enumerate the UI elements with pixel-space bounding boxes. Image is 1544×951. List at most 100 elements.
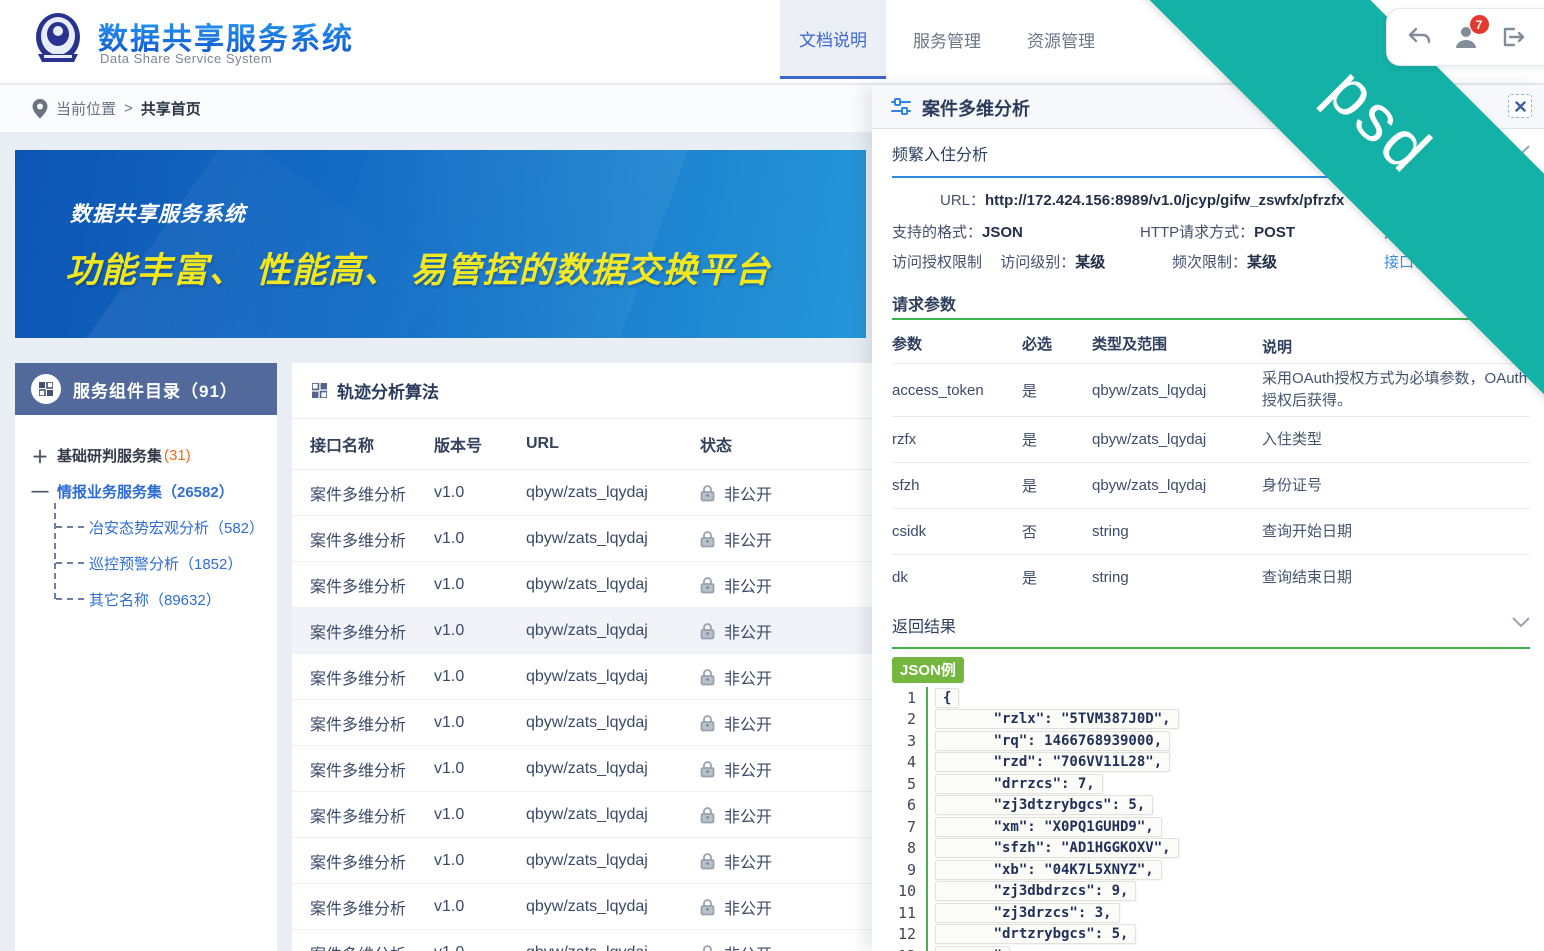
param-type: string bbox=[1092, 523, 1262, 540]
tree-group-basic[interactable]: ＋ 基础研判服务集 (31) bbox=[31, 437, 269, 473]
param-row: access_token 是 qbyw/zats_lqydaj 采用OAuth授… bbox=[892, 363, 1530, 416]
user-icon[interactable]: 7 bbox=[1451, 22, 1481, 52]
cell-version: v1.0 bbox=[434, 484, 526, 502]
cell-version: v1.0 bbox=[434, 668, 526, 686]
nav-tab[interactable]: 资源管理 bbox=[1008, 0, 1114, 79]
close-icon[interactable] bbox=[1508, 94, 1532, 118]
chevron-down-icon[interactable] bbox=[1512, 617, 1530, 628]
cell-status: 非公开 bbox=[700, 803, 772, 827]
nav-tab-label: 服务管理 bbox=[913, 27, 981, 52]
param-name: dk bbox=[892, 569, 1022, 586]
cell-name: 案件多维分析 bbox=[292, 619, 434, 643]
level-label: 访问级别： bbox=[1000, 254, 1075, 271]
col-url: URL bbox=[526, 435, 700, 453]
cell-version: v1.0 bbox=[434, 576, 526, 594]
param-name: csidk bbox=[892, 523, 1022, 540]
cell-name: 案件多维分析 bbox=[292, 711, 434, 735]
tree-group-intel[interactable]: — 情报业务服务集（26582） bbox=[31, 473, 269, 509]
param-desc: 采用OAuth授权方式为必填参数，OAuth授权后获得。 bbox=[1262, 364, 1530, 416]
method-field: HTTP请求方式：POST bbox=[1140, 221, 1295, 242]
green-divider bbox=[892, 647, 1530, 649]
tree-leaf[interactable]: 冶安态势宏观分析（582） bbox=[53, 509, 269, 545]
cell-name: 案件多维分析 bbox=[292, 895, 434, 919]
tree-leaf-label: 巡控预警分析（1852） bbox=[89, 553, 242, 574]
code-text: "zj3drzcs": 3, bbox=[935, 903, 1120, 923]
line-number: 13 bbox=[892, 947, 926, 951]
code-gutter-line bbox=[926, 730, 928, 752]
cell-status: 非公开 bbox=[700, 573, 772, 597]
service-tree: ＋ 基础研判服务集 (31) — 情报业务服务集（26582） 冶安态势宏观分析… bbox=[15, 415, 277, 617]
banner-slogan: 功能丰富、 性能高、 易管控的数据交换平台 bbox=[65, 242, 770, 293]
lock-icon bbox=[700, 668, 715, 686]
breadcrumb-prefix: 当前位置 bbox=[56, 98, 116, 119]
cell-url: qbyw/zats_lqydaj bbox=[526, 760, 700, 778]
url-label: URL： bbox=[940, 192, 985, 209]
auth-label: 访问授权限制 bbox=[892, 254, 982, 271]
cell-version: v1.0 bbox=[434, 530, 526, 548]
cell-url: qbyw/zats_lqydaj bbox=[526, 944, 700, 951]
cell-status: 非公开 bbox=[700, 665, 772, 689]
line-number: 2 bbox=[892, 710, 926, 728]
logout-icon[interactable] bbox=[1498, 22, 1528, 52]
cell-url: qbyw/zats_lqydaj bbox=[526, 484, 700, 502]
tree-leaf[interactable]: 其它名称（89632） bbox=[53, 581, 269, 617]
lock-icon bbox=[700, 484, 715, 502]
param-desc: 查询结束日期 bbox=[1262, 563, 1530, 593]
param-required: 否 bbox=[1022, 521, 1092, 542]
format-value: JSON bbox=[982, 224, 1023, 241]
status-label: 非公开 bbox=[724, 619, 772, 643]
cell-url: qbyw/zats_lqydaj bbox=[526, 898, 700, 916]
undo-icon[interactable] bbox=[1404, 22, 1434, 52]
code-text: "xm": "X0PQ1GUHD9", bbox=[935, 817, 1162, 837]
line-number: 3 bbox=[892, 732, 926, 750]
breadcrumb: 当前位置>共享首页 bbox=[32, 98, 201, 119]
header-action-card: 7 bbox=[1386, 8, 1544, 66]
code-text: "rq": 1466768939000, bbox=[935, 731, 1170, 751]
location-pin-icon bbox=[32, 99, 48, 119]
nav-tab-label: 资源管理 bbox=[1027, 27, 1095, 52]
collapse-icon[interactable]: — bbox=[31, 481, 49, 501]
cell-name: 案件多维分析 bbox=[292, 849, 434, 873]
code-gutter-line bbox=[926, 773, 928, 795]
tree-leaf[interactable]: 巡控预警分析（1852） bbox=[53, 545, 269, 581]
cell-name: 案件多维分析 bbox=[292, 757, 434, 781]
code-line: 12 "drtzrybgcs": 5, bbox=[892, 924, 1532, 946]
cell-name: 案件多维分析 bbox=[292, 573, 434, 597]
code-text: "zj3dbdrzcs": 9, bbox=[935, 881, 1136, 901]
code-gutter-line bbox=[926, 816, 928, 838]
expand-icon[interactable]: ＋ bbox=[31, 443, 49, 468]
params-table: 参数 必选 类型及范围 说明 access_token 是 qbyw/zats_… bbox=[892, 333, 1530, 600]
param-name: sfzh bbox=[892, 477, 1022, 494]
code-gutter-line bbox=[926, 924, 928, 946]
cell-version: v1.0 bbox=[434, 760, 526, 778]
nav-tab[interactable]: 服务管理 bbox=[894, 0, 1000, 79]
auth-limit-field: 访问授权限制 访问级别：某级 bbox=[892, 251, 1105, 272]
code-line: 7 "xm": "X0PQ1GUHD9", bbox=[892, 816, 1532, 838]
code-text: "rzlx": "5TVM387J0D", bbox=[935, 709, 1179, 729]
code-line: 6 "zj3dtzrybgcs": 5, bbox=[892, 795, 1532, 817]
cell-url: qbyw/zats_lqydaj bbox=[526, 668, 700, 686]
method-value: POST bbox=[1254, 224, 1295, 241]
param-type: qbyw/zats_lqydaj bbox=[1092, 382, 1262, 399]
status-label: 非公开 bbox=[724, 527, 772, 551]
code-text: " bbox=[935, 946, 1010, 951]
code-line: 9 "xb": "04K7L5XNYZ", bbox=[892, 859, 1532, 881]
cell-name: 案件多维分析 bbox=[292, 803, 434, 827]
level-value: 某级 bbox=[1075, 254, 1105, 271]
code-gutter-line bbox=[926, 838, 928, 860]
param-required: 是 bbox=[1022, 567, 1092, 588]
police-badge-logo bbox=[30, 10, 86, 68]
cell-status: 非公开 bbox=[700, 941, 772, 951]
cell-url: qbyw/zats_lqydaj bbox=[526, 576, 700, 594]
nav-tab[interactable]: 文档说明 bbox=[780, 0, 886, 79]
line-number: 9 bbox=[892, 861, 926, 879]
cell-status: 非公开 bbox=[700, 895, 772, 919]
param-col-required: 必选 bbox=[1022, 333, 1092, 363]
app-subtitle: Data Share Service System bbox=[100, 51, 272, 66]
param-col-name: 参数 bbox=[892, 333, 1022, 363]
tree-group-count: (31) bbox=[164, 447, 191, 464]
code-text: "zj3dtzrybgcs": 5, bbox=[935, 795, 1153, 815]
freq-value: 某级 bbox=[1247, 254, 1277, 271]
main-nav: 文档说明 服务管理 资源管理 bbox=[780, 0, 1122, 79]
tree-group-label: 情报业务服务集（26582） bbox=[57, 481, 234, 502]
